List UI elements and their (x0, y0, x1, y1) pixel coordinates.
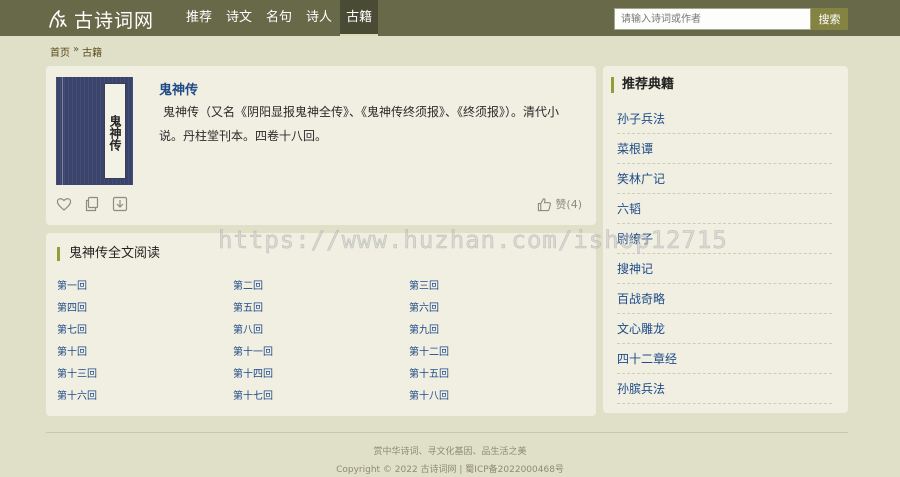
recommend-item[interactable]: 搜神记 (617, 254, 832, 284)
chapters-card: 鬼神传全文阅读 第一回 第二回 第三回 第四回 第五回 第六回 第七回 第八回 … (46, 233, 596, 416)
search-input[interactable] (614, 8, 811, 30)
heart-icon[interactable] (56, 196, 72, 212)
book-cover[interactable]: 鬼神传 (56, 77, 133, 185)
cover-title: 鬼神传 (104, 83, 126, 179)
breadcrumb-home[interactable]: 首页 (50, 44, 70, 59)
chapter-link[interactable]: 第五回 (233, 298, 409, 320)
footer-copyright: Copyright © 2022 古诗词网 | 蜀ICP备2022000468号 (336, 465, 564, 475)
recommend-heading: 推荐典籍 (611, 77, 674, 93)
book-title[interactable]: 鬼神传 (159, 79, 198, 98)
chapter-link[interactable]: 第十五回 (409, 364, 585, 386)
chapter-link[interactable]: 第十四回 (233, 364, 409, 386)
recommend-item[interactable]: 菜根谭 (617, 134, 832, 164)
logo-icon (49, 10, 67, 28)
chapter-link[interactable]: 第八回 (233, 320, 409, 342)
download-icon[interactable] (112, 196, 128, 212)
chapter-link[interactable]: 第三回 (409, 276, 585, 298)
chapter-link[interactable]: 第一回 (57, 276, 233, 298)
book-actions (56, 196, 128, 212)
like-button[interactable]: 赞(4) (537, 196, 582, 212)
chapter-link[interactable]: 第十二回 (409, 342, 585, 364)
like-count: 赞(4) (555, 198, 582, 211)
recommend-item[interactable]: 笑林广记 (617, 164, 832, 194)
chapter-link[interactable]: 第十三回 (57, 364, 233, 386)
top-header: 古诗词网 推荐 诗文 名句 诗人 古籍 搜索 (0, 0, 900, 36)
recommend-list: 孙子兵法 菜根谭 笑林广记 六韬 尉缭子 搜神记 百战奇略 文心雕龙 四十二章经… (617, 104, 832, 404)
chapter-link[interactable]: 第十七回 (233, 386, 409, 408)
breadcrumb-separator: » (73, 44, 80, 55)
chapter-link[interactable]: 第六回 (409, 298, 585, 320)
chapter-link[interactable]: 第十回 (57, 342, 233, 364)
breadcrumb-current[interactable]: 古籍 (82, 44, 102, 59)
footer-divider (46, 432, 848, 433)
recommend-item[interactable]: 四十二章经 (617, 344, 832, 374)
recommend-item[interactable]: 文心雕龙 (617, 314, 832, 344)
nav-shiwen[interactable]: 诗文 (220, 0, 258, 36)
chapter-link[interactable]: 第四回 (57, 298, 233, 320)
recommend-item[interactable]: 百战奇略 (617, 284, 832, 314)
site-logo[interactable]: 古诗词网 (46, 7, 155, 32)
recommend-item[interactable]: 尉缭子 (617, 224, 832, 254)
book-description: 鬼神传（又名《阴阳显报鬼神全传》、《鬼神传终须报》、《终须报》）。清代小说。丹柱… (159, 105, 560, 143)
nav-mingju[interactable]: 名句 (260, 0, 298, 36)
chapter-link[interactable]: 第九回 (409, 320, 585, 342)
nav-shiren[interactable]: 诗人 (300, 0, 338, 36)
chapter-link[interactable]: 第二回 (233, 276, 409, 298)
recommend-item[interactable]: 六韬 (617, 194, 832, 224)
chapter-link[interactable]: 第七回 (57, 320, 233, 342)
copy-icon[interactable] (84, 196, 100, 212)
footer-slogan: 赏中华诗词、寻文化基因、品生活之美 (373, 447, 527, 457)
nav-tuijian[interactable]: 推荐 (180, 0, 218, 36)
book-card: 鬼神传 鬼神传 鬼神传（又名《阴阳显报鬼神全传》、《鬼神传终须报》、《终须报》）… (46, 66, 596, 225)
logo-text: 古诗词网 (74, 9, 155, 32)
chapter-list: 第一回 第二回 第三回 第四回 第五回 第六回 第七回 第八回 第九回 第十回 … (57, 276, 587, 408)
recommend-item[interactable]: 孙子兵法 (617, 104, 832, 134)
breadcrumb: 首页 » 古籍 (50, 44, 102, 59)
chapters-heading: 鬼神传全文阅读 (57, 247, 160, 261)
search-button[interactable]: 搜索 (811, 8, 848, 30)
recommend-card: 推荐典籍 孙子兵法 菜根谭 笑林广记 六韬 尉缭子 搜神记 百战奇略 文心雕龙 … (603, 66, 848, 413)
main-nav: 推荐 诗文 名句 诗人 古籍 (180, 0, 380, 36)
chapter-link[interactable]: 第十一回 (233, 342, 409, 364)
nav-guji[interactable]: 古籍 (340, 0, 379, 36)
thumbs-up-icon (538, 197, 552, 211)
chapter-link[interactable]: 第十八回 (409, 386, 585, 408)
recommend-item[interactable]: 孙膑兵法 (617, 374, 832, 404)
chapter-link[interactable]: 第十六回 (57, 386, 233, 408)
